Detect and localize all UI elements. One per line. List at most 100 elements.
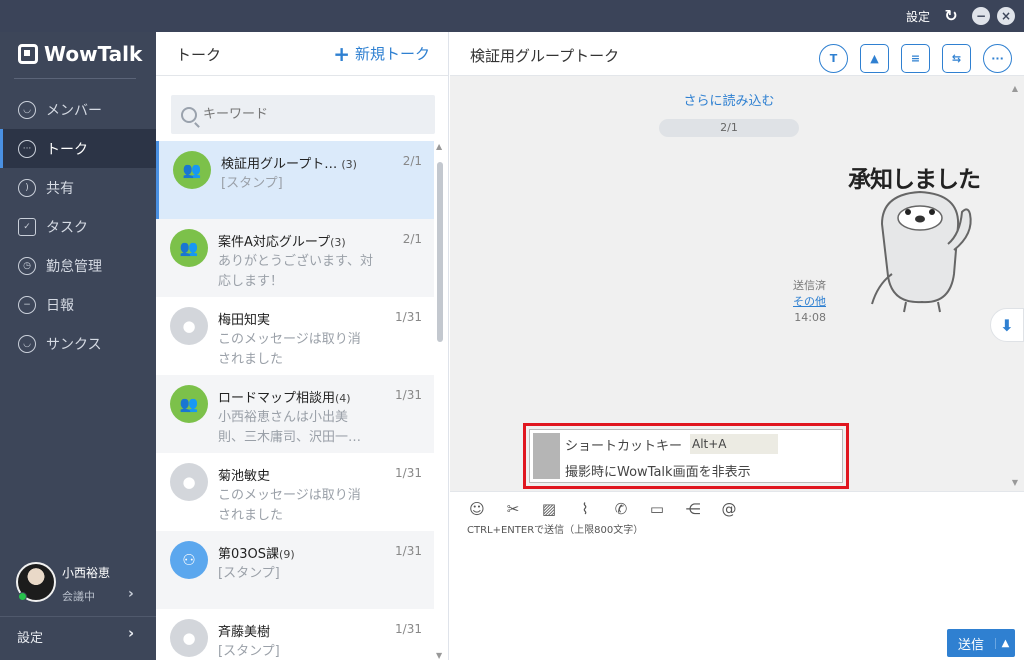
sidebar-item-attendance[interactable]: ◷ 勤怠管理 [0,246,156,285]
scroll-up-icon[interactable]: ▲ [1012,84,1018,93]
person-icon: ● [170,307,208,345]
image-gallery-icon[interactable]: ▲ [860,44,889,73]
tooltip-swatch [533,433,560,479]
load-more-link[interactable]: さらに読み込む [450,90,1008,109]
logo-divider [14,78,136,79]
search-icon [181,106,197,123]
talk-list-item[interactable]: 👥 検証用グループト… (3) 2/1 [スタンプ] [156,141,434,219]
sidebar-item-thanks[interactable]: ◡ サンクス [0,324,156,363]
sidebar-item-task[interactable]: ✓ タスク [0,207,156,246]
download-icon[interactable]: ⬇ [990,308,1024,342]
sidebar-item-member[interactable]: ◡ メンバー [0,90,156,129]
talk-date: 2/1 [402,154,422,168]
talk-preview: ありがとうございます、対応します！ [218,254,373,289]
notes-icon[interactable]: ≡ [901,44,930,73]
send-button[interactable]: 送信 ▲ [947,629,1015,657]
talk-name: 第03OS課 [218,547,280,562]
sidebar-item-label: メンバー [46,102,102,119]
talk-name: 案件A対応グループ [218,235,331,250]
search-box[interactable] [171,95,435,134]
scroll-down-icon[interactable]: ▼ [436,651,442,660]
talk-preview: [スタンプ] [221,176,283,191]
send-hint: CTRL+ENTERで送信（上限800文字） [467,525,644,536]
talk-date: 1/31 [395,388,422,402]
minimize-icon[interactable]: − [972,7,990,25]
talk-name: 梅田知実 [218,313,271,328]
mention-icon[interactable]: @ [718,498,740,520]
talk-list-scrollbar[interactable]: ▲ ▼ [436,142,445,660]
sidebar-item-label: 日報 [46,297,74,314]
chevron-right-icon[interactable]: › [128,624,134,642]
talk-name-wrap: 案件A対応グループ(3) [218,231,346,250]
talk-count: (9) [279,548,295,561]
talk-list-item[interactable]: ● 梅田知実 1/31 このメッセージは取り消されました [156,297,434,375]
talk-items: 👥 検証用グループト… (3) 2/1 [スタンプ] 👥 案件A対応グループ(3… [156,141,434,660]
message-meta: 送信済 その他 14:08 [793,278,826,326]
report-icon: − [18,295,36,314]
talk-list-item[interactable]: ● 斉藤美樹 1/31 [スタンプ] [156,609,434,660]
profile-status: 会議中 [62,590,95,603]
emoji-icon[interactable]: ☺ [466,498,488,520]
chat-panel: 検証用グループトーク T ▲ ≡ ⇆ ··· さらに読み込む 2/1 承知しまし… [450,32,1024,660]
user-profile[interactable]: 小西裕恵 会議中 › [16,562,146,606]
phone-icon[interactable]: ✆ [610,498,632,520]
image-icon[interactable]: ▨ [538,498,560,520]
sidebar-nav: ◡ メンバー ··· トーク ) 共有 ✓ タスク ◷ 勤怠管理 − 日報 ◡ … [0,90,156,363]
talk-list-item[interactable]: 👥 案件A対応グループ(3) 2/1 ありがとうございます、対応します！ [156,219,434,297]
more-icon[interactable]: ··· [983,44,1012,73]
video-icon[interactable]: ▭ [646,498,668,520]
chat-title: 検証用グループトーク [470,47,620,65]
sidebar-item-report[interactable]: − 日報 [0,285,156,324]
titlebar-settings-link[interactable]: 設定 [906,8,930,25]
sent-status: 送信済 [793,279,826,292]
talk-count: (4) [335,392,351,405]
sidebar-settings[interactable]: 設定 [17,627,43,646]
talk-list-item[interactable]: ⚇ 第03OS課(9) 1/31 [スタンプ] [156,531,434,609]
scissors-icon[interactable]: ✂ [502,498,524,520]
scroll-thumb[interactable] [437,162,443,342]
share-nodes-icon[interactable]: ⋲ [682,498,704,520]
talk-preview: 小西裕恵さんは小出美則、三木庸司、沢田一… [218,410,362,445]
org-chart-icon: ⚇ [170,541,208,579]
message-time: 14:08 [794,311,826,324]
talk-list-item[interactable]: 👥 ロードマップ相談用(4) 1/31 小西裕恵さんは小出美則、三木庸司、沢田一… [156,375,434,453]
shortcut-tooltip: ショートカットキー Alt+A 撮影時にWowTalk画面を非表示 [529,429,843,483]
chevron-up-icon[interactable]: ▲ [995,637,1015,649]
sidebar-item-talk[interactable]: ··· トーク [0,129,156,168]
sidebar-item-label: 勤怠管理 [46,258,102,275]
sticker-message[interactable]: 承知しました [842,154,1002,314]
scroll-down-icon[interactable]: ▼ [1012,478,1018,487]
message-input-area[interactable]: ☺ ✂ ▨ ⌇ ✆ ▭ ⋲ @ CTRL+ENTERで送信（上限800文字） 送… [450,491,1024,660]
scroll-up-icon[interactable]: ▲ [436,142,442,151]
title-bar: 設定 ↻ − × [0,0,1024,32]
other-link[interactable]: その他 [793,294,826,310]
talk-date: 1/31 [395,544,422,558]
chevron-right-icon: › [128,586,134,602]
sidebar-item-share[interactable]: ) 共有 [0,168,156,207]
talk-count: (3) [341,158,357,171]
talk-date: 1/31 [395,622,422,636]
chat-header-actions: T ▲ ≡ ⇆ ··· [819,44,1012,73]
talk-date: 1/31 [395,466,422,480]
translate-icon[interactable]: T [819,44,848,73]
thanks-icon: ◡ [18,334,36,353]
close-icon[interactable]: × [997,7,1015,25]
app-logo: WowTalk [18,42,142,66]
talk-name-wrap: ロードマップ相談用(4) [218,387,351,406]
group-icon: 👥 [170,229,208,267]
talk-name: 検証用グループト… [221,157,338,172]
new-talk-button[interactable]: + 新規トーク [333,43,430,64]
talk-name-wrap: 第03OS課(9) [218,543,295,562]
paperclip-icon[interactable]: ⌇ [574,498,596,520]
shortcut-description: 撮影時にWowTalk画面を非表示 [565,465,751,480]
person-icon: ● [170,463,208,501]
folder-icon[interactable]: ⇆ [942,44,971,73]
input-toolbar: ☺ ✂ ▨ ⌇ ✆ ▭ ⋲ @ [466,498,740,520]
message-area: さらに読み込む 2/1 承知しました 送信済 その他 14:08 ⬇ ▲ ▼ シ… [450,76,1024,491]
profile-name: 小西裕恵 [62,566,111,580]
talk-list-item[interactable]: ● 菊池敏史 1/31 このメッセージは取り消されました [156,453,434,531]
otter-sticker-icon [871,190,972,313]
search-input[interactable] [203,107,423,122]
refresh-icon[interactable]: ↻ [942,7,960,25]
wowtalk-logo-icon [18,44,38,64]
